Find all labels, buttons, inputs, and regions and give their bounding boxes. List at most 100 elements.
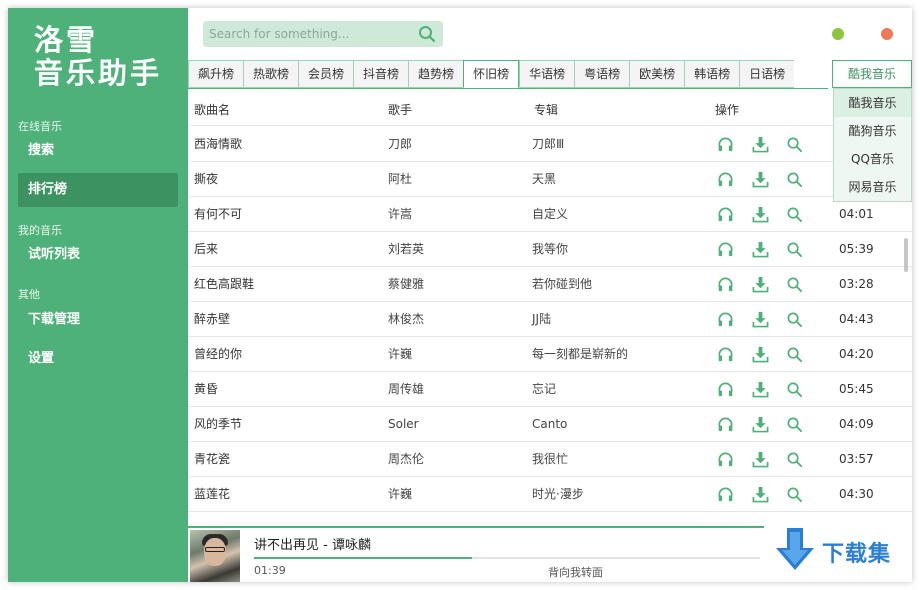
search-song-icon[interactable] [786, 206, 803, 223]
logo-line-1: 洛雪 [34, 23, 99, 57]
tab-4[interactable]: 趋势榜 [408, 60, 464, 88]
song-duration: 03:28 [839, 277, 874, 291]
play-headphone-icon[interactable] [717, 486, 734, 503]
table-row[interactable]: 黄昏 周传雄 忘记 05:45 [188, 372, 912, 407]
song-name: 醉赤壁 [194, 312, 231, 326]
sidebar-item-downloads[interactable]: 下载管理 [18, 303, 178, 337]
tab-2[interactable]: 会员榜 [298, 60, 354, 88]
song-name: 西海情歌 [194, 137, 243, 151]
sidebar-item-charts[interactable]: 排行榜 [18, 173, 178, 207]
song-album: 我等你 [532, 242, 569, 256]
search-song-icon[interactable] [786, 451, 803, 468]
song-duration: 04:01 [839, 207, 874, 221]
progress-bar[interactable] [254, 557, 760, 559]
play-headphone-icon[interactable] [717, 381, 734, 398]
column-header-name: 歌曲名 [194, 103, 231, 117]
song-album: 刀郎Ⅲ [532, 137, 565, 151]
column-header-actions: 操作 [715, 103, 740, 117]
download-icon[interactable] [752, 311, 769, 328]
song-artist: 刘若英 [388, 242, 425, 256]
play-headphone-icon[interactable] [717, 416, 734, 433]
search-input[interactable] [209, 24, 409, 44]
table-row[interactable]: 撕夜 阿杜 天黑 [188, 162, 912, 197]
search-song-icon[interactable] [786, 171, 803, 188]
play-headphone-icon[interactable] [717, 171, 734, 188]
song-artist: Soler [388, 417, 419, 431]
app-logo: 洛雪 音乐助手 [34, 24, 162, 90]
tab-3[interactable]: 抖音榜 [353, 60, 409, 88]
table-row[interactable]: 醉赤壁 林俊杰 JJ陆 04:43 [188, 302, 912, 337]
download-icon[interactable] [752, 206, 769, 223]
table-row[interactable]: 风的季节 Soler Canto 04:09 [188, 407, 912, 442]
search-song-icon[interactable] [786, 346, 803, 363]
search-song-icon[interactable] [786, 276, 803, 293]
table-row[interactable]: 青花瓷 周杰伦 我很忙 03:57 [188, 442, 912, 477]
song-artist: 阿杜 [388, 172, 413, 186]
play-headphone-icon[interactable] [717, 241, 734, 258]
table-row[interactable]: 后来 刘若英 我等你 05:39 [188, 232, 912, 267]
song-name: 青花瓷 [194, 452, 231, 466]
song-duration: 04:30 [839, 487, 874, 501]
search-song-icon[interactable] [786, 381, 803, 398]
album-cover[interactable] [190, 530, 240, 582]
download-icon[interactable] [752, 451, 769, 468]
tab-1[interactable]: 热歌榜 [243, 60, 299, 88]
app-window: 洛雪 音乐助手 在线音乐 搜索 排行榜 我的音乐 试听列表 其他 下载管理 设置… [8, 8, 912, 582]
download-icon[interactable] [752, 486, 769, 503]
tab-6[interactable]: 华语榜 [519, 60, 575, 88]
download-icon[interactable] [752, 136, 769, 153]
source-option[interactable]: 酷我音乐 [834, 89, 911, 117]
download-icon[interactable] [752, 241, 769, 258]
download-icon[interactable] [752, 276, 769, 293]
play-headphone-icon[interactable] [717, 136, 734, 153]
source-option[interactable]: 酷狗音乐 [834, 117, 911, 145]
song-name: 后来 [194, 242, 219, 256]
song-album: 自定义 [532, 207, 569, 221]
play-headphone-icon[interactable] [717, 311, 734, 328]
song-album: 若你碰到他 [532, 277, 593, 291]
player-bar: 讲不出再见 - 谭咏麟 01:39 背向我转面 [188, 526, 768, 582]
song-duration: 04:43 [839, 312, 874, 326]
tab-7[interactable]: 粤语榜 [574, 60, 630, 88]
table-row[interactable]: 西海情歌 刀郎 刀郎Ⅲ [188, 127, 912, 162]
download-arrow-icon [776, 528, 814, 570]
tab-9[interactable]: 韩语榜 [684, 60, 740, 88]
song-duration: 04:09 [839, 417, 874, 431]
song-artist: 周传雄 [388, 382, 425, 396]
play-headphone-icon[interactable] [717, 276, 734, 293]
download-icon[interactable] [752, 346, 769, 363]
tab-8[interactable]: 欧美榜 [629, 60, 685, 88]
download-icon[interactable] [752, 381, 769, 398]
tab-10[interactable]: 日语榜 [739, 60, 795, 88]
play-headphone-icon[interactable] [717, 346, 734, 363]
download-icon[interactable] [752, 416, 769, 433]
search-song-icon[interactable] [786, 241, 803, 258]
source-option[interactable]: QQ音乐 [834, 145, 911, 173]
source-option[interactable]: 网易音乐 [834, 173, 911, 201]
table-row[interactable]: 蓝莲花 许巍 时光·漫步 04:30 [188, 477, 912, 512]
search-song-icon[interactable] [786, 416, 803, 433]
play-headphone-icon[interactable] [717, 206, 734, 223]
tab-5[interactable]: 怀旧榜 [463, 60, 520, 88]
play-headphone-icon[interactable] [717, 451, 734, 468]
current-lyric: 背向我转面 [548, 566, 603, 579]
table-row[interactable]: 有何不可 许嵩 自定义 04:01 [188, 197, 912, 232]
search-song-icon[interactable] [786, 486, 803, 503]
close-button[interactable] [881, 28, 893, 40]
sidebar-item-settings[interactable]: 设置 [18, 342, 178, 376]
source-select[interactable]: 酷我音乐 [832, 60, 912, 88]
minimize-button[interactable] [832, 28, 844, 40]
tab-0[interactable]: 飙升榜 [188, 60, 244, 88]
table-row[interactable]: 红色高跟鞋 蔡健雅 若你碰到他 03:28 [188, 267, 912, 302]
sidebar-item-search[interactable]: 搜索 [18, 134, 178, 168]
sidebar-item-playlist[interactable]: 试听列表 [18, 238, 178, 272]
download-icon[interactable] [752, 171, 769, 188]
search-song-icon[interactable] [786, 311, 803, 328]
search-song-icon[interactable] [786, 136, 803, 153]
column-header-artist: 歌手 [388, 103, 413, 117]
column-header-album: 专辑 [534, 103, 559, 117]
song-artist: 刀郎 [388, 137, 413, 151]
scrollbar-thumb[interactable] [904, 238, 908, 272]
table-row[interactable]: 曾经的你 许巍 每一刻都是崭新的 04:20 [188, 337, 912, 372]
search-icon[interactable] [417, 24, 437, 44]
